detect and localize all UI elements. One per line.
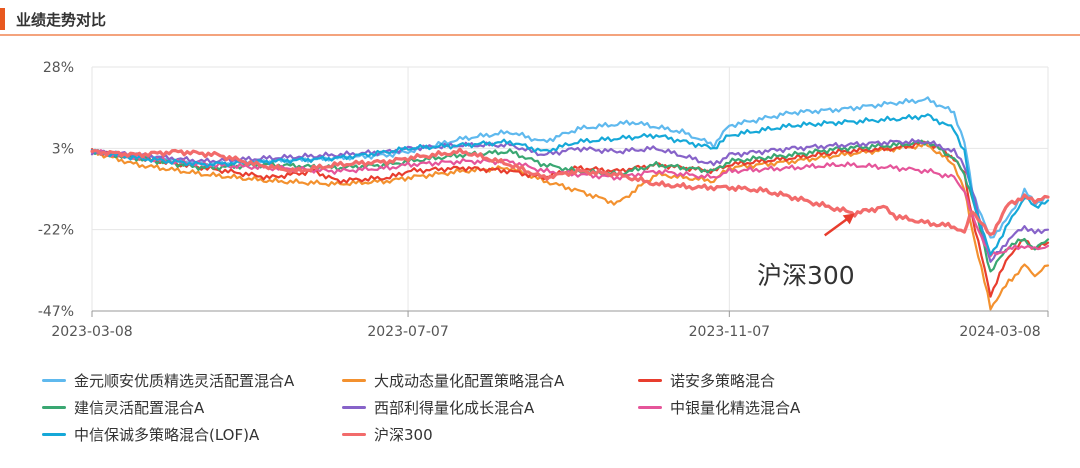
legend-item[interactable]: 大成动态量化配置策略混合A [342,370,564,390]
legend-item[interactable]: 建信灵活配置混合A [42,397,204,417]
y-tick-label: -47% [38,304,74,320]
x-tick-label: 2023-11-07 [689,324,770,340]
legend-swatch [42,378,66,382]
legend-label: 中信保诚多策略混合(LOF)A [74,425,260,444]
x-tick-label: 2024-03-08 [959,324,1040,340]
series-line-7 [90,113,1050,256]
annotation-arrow-head [842,213,855,225]
legend-label: 大成动态量化配置策略混合A [374,371,565,390]
series-line-6 [90,149,1050,258]
legend-swatch [342,432,366,436]
legend-item[interactable]: 中信保诚多策略混合(LOF)A [42,424,259,444]
legend-label: 金元顺安优质精选灵活配置混合A [74,371,295,390]
legend-swatch [342,378,366,382]
annotation-label: 沪深300 [757,261,855,290]
x-tick-label: 2023-03-08 [51,324,132,340]
legend-label: 建信灵活配置混合A [74,398,205,417]
legend-swatch [42,405,66,409]
legend-swatch [638,378,662,382]
legend-item[interactable]: 诺安多策略混合 [638,370,775,390]
legend-label: 中银量化精选混合A [670,398,801,417]
legend-label: 西部利得量化成长混合A [374,398,535,417]
legend-label: 诺安多策略混合 [670,371,776,390]
x-tick-label: 2023-07-07 [367,324,448,340]
legend-item[interactable]: 金元顺安优质精选灵活配置混合A [42,370,294,390]
legend-swatch [42,432,66,436]
y-tick-label: 3% [52,141,74,157]
y-tick-label: -22% [38,223,74,239]
legend-swatch [638,405,662,409]
legend-item[interactable]: 中银量化精选混合A [638,397,800,417]
y-tick-label: 28% [43,60,74,76]
legend-swatch [342,405,366,409]
legend-label: 沪深300 [374,425,433,444]
legend-item[interactable]: 沪深300 [342,424,433,444]
legend-item[interactable]: 西部利得量化成长混合A [342,397,534,417]
